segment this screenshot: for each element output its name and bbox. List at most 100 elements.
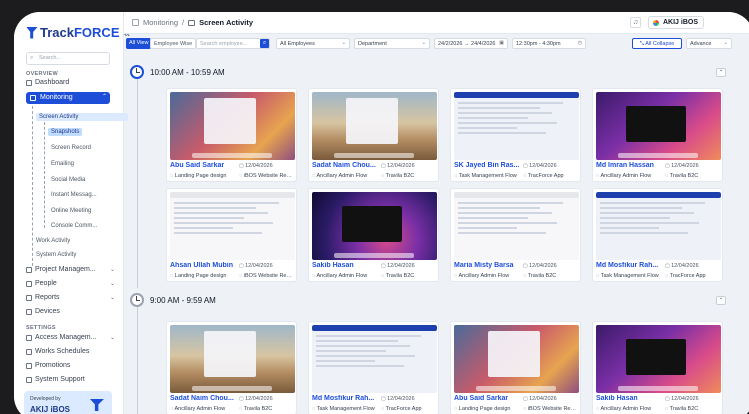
sidebar-subitem-instant-messaging[interactable]: Instant Messag... bbox=[51, 192, 97, 198]
sidebar-item-people[interactable]: People ⌄ bbox=[26, 280, 115, 287]
screenshot-thumbnail[interactable] bbox=[454, 192, 579, 260]
screenshot-card[interactable]: Sadat Naim Chou...12/04/2026Ancillary Ad… bbox=[166, 321, 297, 414]
support-icon bbox=[26, 376, 32, 383]
org-logo-icon bbox=[653, 20, 659, 26]
sidebar-subitem-console-commands[interactable]: Console Comm... bbox=[51, 223, 97, 229]
search-button[interactable]: ⌕ bbox=[260, 39, 269, 48]
sidebar-item-works-schedules[interactable]: Works Schedules bbox=[26, 348, 89, 355]
advance-select[interactable]: Advance ⌄ bbox=[686, 38, 732, 49]
employees-select[interactable]: All Employees ⌄ bbox=[276, 38, 350, 49]
employee-name[interactable]: Maria Misty Barsa bbox=[454, 262, 522, 269]
employee-name[interactable]: Md Mosfikur Rah... bbox=[312, 395, 380, 402]
notification-bell-icon[interactable]: ♫ bbox=[630, 17, 641, 28]
employee-search-input[interactable]: Search employee... ⌕ bbox=[196, 38, 270, 49]
sidebar: TrackFORCE « ⌕ Search... OVERVIEW Dashbo… bbox=[14, 12, 130, 414]
dock bbox=[618, 386, 698, 391]
screenshot-content bbox=[458, 202, 575, 237]
sidebar-subitem-emailing[interactable]: Emailing bbox=[51, 161, 74, 167]
employee-name[interactable]: Sakib Hasan bbox=[312, 262, 380, 269]
screenshot-thumbnail[interactable] bbox=[454, 92, 579, 160]
sidebar-item-promotions[interactable]: Promotions bbox=[26, 362, 70, 369]
sidebar-subitem-system-activity[interactable]: System Activity bbox=[36, 252, 76, 258]
employee-name[interactable]: Sakib Hasan bbox=[596, 395, 664, 402]
sidebar-search-input[interactable]: ⌕ Search... bbox=[26, 52, 110, 65]
project-name: Ancillary Admin Flow bbox=[596, 406, 664, 412]
sidebar-subitem-social-media[interactable]: Social Media bbox=[51, 177, 85, 183]
window-titlebar bbox=[454, 192, 579, 198]
organization-switcher[interactable]: AKIJ iBOS bbox=[648, 16, 704, 29]
promotions-icon bbox=[26, 362, 32, 369]
time-range-picker[interactable]: 12:30pm - 4:30pm ◷ bbox=[512, 38, 586, 49]
terminal-window bbox=[626, 106, 686, 142]
sidebar-subitem-screen-record[interactable]: Screen Record bbox=[51, 145, 91, 151]
sidebar-item-project-management[interactable]: Project Managem... ⌄ bbox=[26, 266, 115, 273]
employee-wise-toggle[interactable]: Employee Wise bbox=[150, 38, 197, 49]
screenshot-card[interactable]: Ahsan Ullah Mubin12/04/2026Landing Page … bbox=[166, 188, 297, 282]
screenshot-card[interactable]: SK Jayed Bin Ras...12/04/2026Task Manage… bbox=[450, 88, 581, 182]
screenshot-card[interactable]: Sakib Hasan12/04/2026Ancillary Admin Flo… bbox=[592, 321, 723, 414]
breadcrumb-monitoring[interactable]: Monitoring bbox=[143, 18, 178, 27]
screenshot-card[interactable]: Md Mosfikur Rah...12/04/2026Task Managem… bbox=[592, 188, 723, 282]
monitor-icon bbox=[188, 19, 196, 26]
chevron-up-icon: ⌃ bbox=[102, 94, 108, 100]
sidebar-item-access-management[interactable]: Access Managem... ⌄ bbox=[26, 334, 115, 341]
screenshot-thumbnail[interactable] bbox=[312, 325, 437, 393]
employee-name[interactable]: Abu Said Sarkar bbox=[454, 395, 522, 402]
sidebar-item-reports[interactable]: Reports ⌄ bbox=[26, 294, 115, 301]
date-range-picker[interactable]: 24/2/2026 → 24/4/2026 ▣ bbox=[434, 38, 508, 49]
dock bbox=[192, 386, 272, 391]
employee-name[interactable]: Abu Said Sarkar bbox=[170, 162, 238, 169]
sidebar-item-monitoring[interactable]: Monitoring ⌃ bbox=[26, 92, 110, 104]
screenshot-thumbnail[interactable] bbox=[312, 92, 437, 160]
screenshot-thumbnail[interactable] bbox=[454, 325, 579, 393]
screenshot-card[interactable]: Sakib Hasan12/04/2026Ancillary Admin Flo… bbox=[308, 188, 439, 282]
all-view-toggle[interactable]: All View bbox=[126, 38, 152, 49]
department-select[interactable]: Department ⌄ bbox=[354, 38, 430, 49]
sidebar-item-devices[interactable]: Devices bbox=[26, 308, 60, 315]
sidebar-item-label: Devices bbox=[35, 308, 60, 315]
employee-name[interactable]: Md Imran Hassan bbox=[596, 162, 664, 169]
employee-name[interactable]: Md Mosfikur Rah... bbox=[596, 262, 664, 269]
employee-name[interactable]: Ahsan Ullah Mubin bbox=[170, 262, 238, 269]
sidebar-subitem-work-activity[interactable]: Work Activity bbox=[36, 238, 70, 244]
collapse-slot-button[interactable]: ⌃ bbox=[716, 296, 726, 305]
employee-name[interactable]: Sadat Naim Chou... bbox=[312, 162, 380, 169]
sidebar-subitem-snapshots[interactable]: Snapshots bbox=[48, 128, 83, 136]
sidebar-item-system-support[interactable]: System Support bbox=[26, 376, 85, 383]
screenshot-card[interactable]: Md Mosfikur Rah...12/04/2026Task Managem… bbox=[308, 321, 439, 414]
employees-select-value: All Employees bbox=[280, 41, 315, 47]
devices-icon bbox=[26, 308, 32, 315]
time-slot-label: 10:00 AM - 10:59 AM bbox=[150, 68, 225, 77]
screenshot-card[interactable]: Sadat Naim Chou...12/04/2026Ancillary Ad… bbox=[308, 88, 439, 182]
screenshot-thumbnail[interactable] bbox=[170, 192, 295, 260]
screenshot-thumbnail[interactable] bbox=[596, 92, 721, 160]
org-name: AKIJ iBOS bbox=[663, 19, 699, 26]
terminal-window bbox=[626, 339, 686, 375]
app-name: Travila B2C bbox=[381, 173, 437, 179]
chevron-down-icon: ⌄ bbox=[110, 295, 116, 301]
screenshot-thumbnail[interactable] bbox=[596, 325, 721, 393]
page-title: Screen Activity bbox=[199, 18, 254, 27]
employee-name[interactable]: SK Jayed Bin Ras... bbox=[454, 162, 522, 169]
screenshot-thumbnail[interactable] bbox=[596, 192, 721, 260]
dashboard-icon bbox=[132, 19, 139, 26]
screenshot-card[interactable]: Abu Said Sarkar12/04/2026Landing Page de… bbox=[166, 88, 297, 182]
all-collapse-button[interactable]: ⤡ All Collapse bbox=[632, 38, 682, 49]
screenshot-thumbnail[interactable] bbox=[170, 325, 295, 393]
screenshot-thumbnail[interactable] bbox=[312, 192, 437, 260]
screenshot-card[interactable]: Maria Misty Barsa12/04/2026Ancillary Adm… bbox=[450, 188, 581, 282]
screenshot-card[interactable]: Md Imran Hassan12/04/2026Ancillary Admin… bbox=[592, 88, 723, 182]
employee-name[interactable]: Sadat Naim Chou... bbox=[170, 395, 238, 402]
capture-date: 12/04/2026 bbox=[665, 263, 699, 269]
screenshot-thumbnail[interactable] bbox=[170, 92, 295, 160]
collapse-slot-button[interactable]: ⌃ bbox=[716, 68, 726, 77]
chevron-down-icon: ⌄ bbox=[723, 40, 728, 46]
sidebar-subitem-screen-activity[interactable]: Screen Activity bbox=[36, 113, 128, 121]
sidebar-item-dashboard[interactable]: Dashboard bbox=[26, 79, 69, 86]
project-name: Landing Page design bbox=[170, 173, 238, 179]
breadcrumb: Monitoring / Screen Activity bbox=[132, 18, 253, 27]
brand-logo[interactable]: TrackFORCE « bbox=[26, 25, 130, 40]
sidebar-subitem-online-meeting[interactable]: Online Meeting bbox=[51, 208, 91, 214]
project-name: Task Management Flow bbox=[454, 173, 522, 179]
screenshot-card[interactable]: Abu Said Sarkar12/04/2026Landing Page de… bbox=[450, 321, 581, 414]
